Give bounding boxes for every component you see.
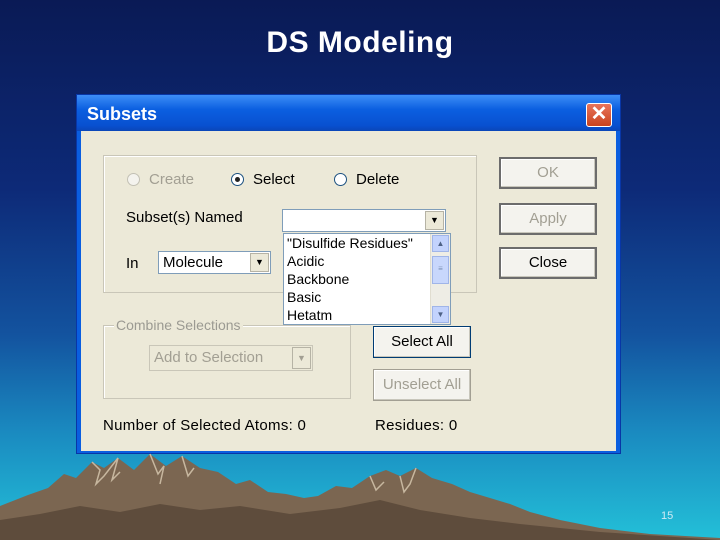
subsets-dialog: Subsets ✕ Create Select Delete Subset(s)… [76, 94, 621, 454]
in-dropdown[interactable]: Molecule ▼ [158, 251, 271, 274]
list-item[interactable]: "Disulfide Residues" [287, 235, 413, 251]
list-item[interactable]: Basic [287, 289, 321, 305]
close-icon[interactable]: ✕ [586, 103, 612, 127]
dialog-client-area: Create Select Delete Subset(s) Named ▼ I… [81, 131, 616, 451]
mountain-landscape [0, 453, 720, 540]
selected-atoms-count: Number of Selected Atoms: 0 [103, 417, 307, 434]
combine-mode-dropdown[interactable]: Add to Selection ▼ [149, 345, 313, 371]
create-radio-label: Create [149, 171, 195, 188]
scroll-up-icon[interactable]: ▲ [432, 235, 449, 252]
select-all-button[interactable]: Select All [373, 326, 471, 358]
apply-button[interactable]: Apply [499, 203, 597, 235]
ok-button[interactable]: OK [499, 157, 597, 189]
subset-named-dropdown[interactable]: ▼ [282, 209, 446, 232]
subset-list[interactable]: "Disulfide Residues" Acidic Backbone Bas… [283, 233, 451, 325]
dialog-title: Subsets [87, 104, 158, 124]
chevron-down-icon[interactable]: ▼ [292, 347, 311, 369]
dialog-titlebar[interactable]: Subsets ✕ [77, 95, 620, 131]
list-scrollbar[interactable]: ▲ ≡ ▼ [430, 234, 450, 324]
subset-named-label: Subset(s) Named [126, 209, 243, 226]
in-label: In [126, 255, 139, 272]
in-value: Molecule [163, 254, 224, 271]
page-number: 15 [661, 510, 674, 522]
list-item[interactable]: Acidic [287, 253, 324, 269]
unselect-all-button[interactable]: Unselect All [373, 369, 471, 401]
close-button[interactable]: Close [499, 247, 597, 279]
chevron-down-icon[interactable]: ▼ [425, 211, 444, 230]
residues-count: Residues: 0 [375, 417, 458, 434]
combine-selections-label: Combine Selections [114, 317, 243, 333]
chevron-down-icon[interactable]: ▼ [250, 253, 269, 272]
list-item[interactable]: Backbone [287, 271, 349, 287]
delete-radio[interactable] [334, 173, 347, 186]
slide-title: DS Modeling [266, 26, 454, 59]
combine-mode-value: Add to Selection [154, 349, 264, 366]
scroll-thumb[interactable]: ≡ [432, 256, 449, 284]
scroll-down-icon[interactable]: ▼ [432, 306, 449, 323]
select-radio[interactable] [231, 173, 244, 186]
delete-radio-label: Delete [356, 171, 400, 188]
list-item[interactable]: Hetatm [287, 307, 332, 323]
select-radio-label: Select [253, 171, 295, 188]
create-radio[interactable] [127, 173, 140, 186]
